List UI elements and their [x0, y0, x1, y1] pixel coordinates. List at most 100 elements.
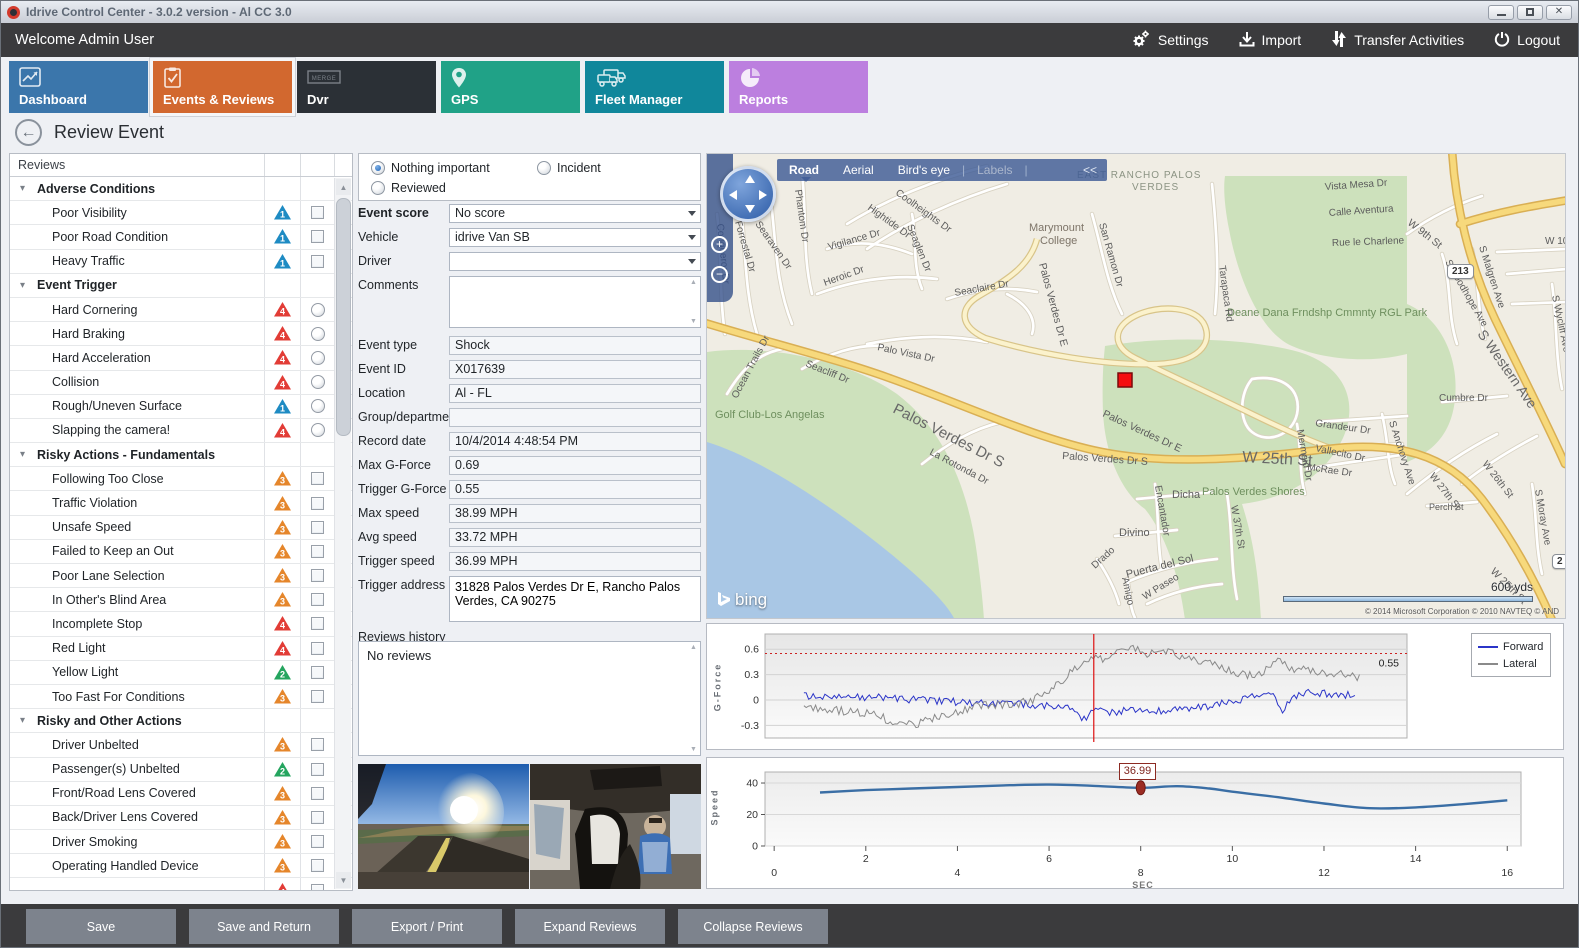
item-radio[interactable]: [311, 327, 325, 341]
item-checkbox[interactable]: [311, 569, 324, 582]
scroll-down-icon[interactable]: ▼: [336, 872, 351, 888]
tree-item-row[interactable]: 4: [10, 878, 352, 891]
collapse-icon[interactable]: ▾: [20, 280, 30, 291]
item-checkbox[interactable]: [311, 472, 324, 485]
item-checkbox[interactable]: [311, 521, 324, 534]
vehicle-select[interactable]: idrive Van SB: [449, 228, 701, 247]
item-checkbox[interactable]: [311, 835, 324, 848]
tree-group-row[interactable]: ▾Adverse Conditions: [10, 177, 352, 201]
item-radio[interactable]: [311, 375, 325, 389]
tree-group-row[interactable]: ▾Risky and Other Actions: [10, 709, 352, 733]
tree-item-row[interactable]: Failed to Keep an Out3: [10, 540, 352, 564]
item-checkbox[interactable]: [311, 255, 324, 268]
map[interactable]: EAST RANCHO PALOSVERDESMarymountCollegeD…: [706, 153, 1566, 619]
item-radio[interactable]: [311, 351, 325, 365]
tree-item-row[interactable]: Hard Acceleration4: [10, 346, 352, 370]
maximize-button[interactable]: [1517, 5, 1543, 20]
tree-item-row[interactable]: Poor Lane Selection3: [10, 564, 352, 588]
item-checkbox[interactable]: [311, 642, 324, 655]
driver-select[interactable]: [449, 252, 701, 271]
expand-reviews-button[interactable]: Expand Reviews: [515, 909, 665, 944]
map-collapse-button[interactable]: <<: [1073, 163, 1107, 177]
tree-item-row[interactable]: Traffic Violation3: [10, 491, 352, 515]
tree-group-row[interactable]: ▾Risky Actions - Fundamentals: [10, 443, 352, 467]
tree-item-row[interactable]: Following Too Close3: [10, 467, 352, 491]
tab-fleet-manager[interactable]: Fleet Manager: [585, 61, 724, 113]
classification-reviewed[interactable]: Reviewed: [371, 181, 446, 195]
save-button[interactable]: Save: [26, 909, 176, 944]
item-checkbox[interactable]: [311, 617, 324, 630]
tree-item-row[interactable]: Operating Handled Device3: [10, 854, 352, 878]
tree-item-row[interactable]: Passenger(s) Unbelted2: [10, 758, 352, 782]
tree-item-row[interactable]: Back/Driver Lens Covered3: [10, 806, 352, 830]
pan-down-icon[interactable]: [745, 205, 755, 213]
tree-item-row[interactable]: Unsafe Speed3: [10, 516, 352, 540]
transfer-button[interactable]: Transfer Activities: [1331, 30, 1464, 51]
collapse-icon[interactable]: ▾: [20, 449, 30, 460]
scroll-up-icon[interactable]: ▲: [336, 179, 351, 195]
tree-item-row[interactable]: Yellow Light2: [10, 661, 352, 685]
import-button[interactable]: Import: [1239, 31, 1302, 50]
map-view-aerial[interactable]: Aerial: [831, 163, 886, 177]
pan-right-icon[interactable]: [759, 190, 767, 200]
item-checkbox[interactable]: [311, 884, 324, 891]
tree-item-row[interactable]: Too Fast For Conditions3: [10, 685, 352, 709]
tab-gps[interactable]: GPS: [441, 61, 580, 113]
settings-button[interactable]: Settings: [1131, 30, 1209, 51]
map-pan-control[interactable]: [720, 166, 776, 222]
tree-item-row[interactable]: Front/Road Lens Covered3: [10, 782, 352, 806]
tree-item-row[interactable]: Poor Visibility1: [10, 201, 352, 225]
item-checkbox[interactable]: [311, 206, 324, 219]
item-checkbox[interactable]: [311, 690, 324, 703]
zoom-in-icon[interactable]: +: [711, 236, 728, 253]
close-button[interactable]: ✕: [1546, 5, 1572, 20]
item-checkbox[interactable]: [311, 859, 324, 872]
tree-item-row[interactable]: Poor Road Condition1: [10, 225, 352, 249]
tree-group-row[interactable]: ▾Event Trigger: [10, 274, 352, 298]
logout-button[interactable]: Logout: [1494, 31, 1560, 50]
tab-reports[interactable]: Reports: [729, 61, 868, 113]
item-checkbox[interactable]: [311, 787, 324, 800]
collapse-icon[interactable]: ▾: [20, 715, 30, 726]
item-checkbox[interactable]: [311, 738, 324, 751]
back-button[interactable]: ←: [15, 119, 42, 146]
tree-scrollbar[interactable]: ▲ ▼: [334, 178, 351, 889]
tree-item-row[interactable]: Hard Braking4: [10, 322, 352, 346]
video-thumbnail-cabin[interactable]: [530, 764, 701, 889]
map-view-bird-s-eye[interactable]: Bird's eye: [886, 163, 962, 177]
comments-textarea[interactable]: ▲▼: [449, 276, 701, 328]
item-checkbox[interactable]: [311, 666, 324, 679]
tab-events-reviews[interactable]: Events & Reviews: [153, 61, 292, 113]
export-print-button[interactable]: Export / Print: [352, 909, 502, 944]
item-radio[interactable]: [311, 423, 325, 437]
map-view-labels[interactable]: Labels: [965, 163, 1024, 177]
collapse-reviews-button[interactable]: Collapse Reviews: [678, 909, 828, 944]
item-checkbox[interactable]: [311, 811, 324, 824]
classification-incident[interactable]: Incident: [537, 161, 601, 175]
minimize-button[interactable]: [1488, 5, 1514, 20]
tree-item-row[interactable]: Driver Unbelted3: [10, 733, 352, 757]
item-checkbox[interactable]: [311, 545, 324, 558]
tree-item-row[interactable]: In Other's Blind Area3: [10, 588, 352, 612]
map-view-road[interactable]: Road: [777, 163, 831, 177]
item-checkbox[interactable]: [311, 230, 324, 243]
zoom-out-icon[interactable]: −: [711, 266, 728, 283]
history-scroll-arrows[interactable]: ▲▼: [689, 644, 698, 753]
tree-item-row[interactable]: Incomplete Stop4: [10, 612, 352, 636]
pan-up-icon[interactable]: [745, 175, 755, 183]
collapse-icon[interactable]: ▾: [20, 183, 30, 194]
tree-scrollbar-thumb[interactable]: [336, 198, 351, 436]
event-score-select[interactable]: No score: [449, 204, 701, 223]
tree-item-row[interactable]: Heavy Traffic1: [10, 250, 352, 274]
item-checkbox[interactable]: [311, 497, 324, 510]
tree-item-row[interactable]: Collision4: [10, 371, 352, 395]
item-radio[interactable]: [311, 399, 325, 413]
classification-nothing-important[interactable]: Nothing important: [371, 161, 490, 175]
pan-left-icon[interactable]: [729, 190, 737, 200]
item-checkbox[interactable]: [311, 593, 324, 606]
tree-item-row[interactable]: Rough/Uneven Surface1: [10, 395, 352, 419]
item-checkbox[interactable]: [311, 763, 324, 776]
video-thumbnail-forward[interactable]: [358, 764, 529, 889]
tree-item-row[interactable]: Slapping the camera!4: [10, 419, 352, 443]
save-and-return-button[interactable]: Save and Return: [189, 909, 339, 944]
